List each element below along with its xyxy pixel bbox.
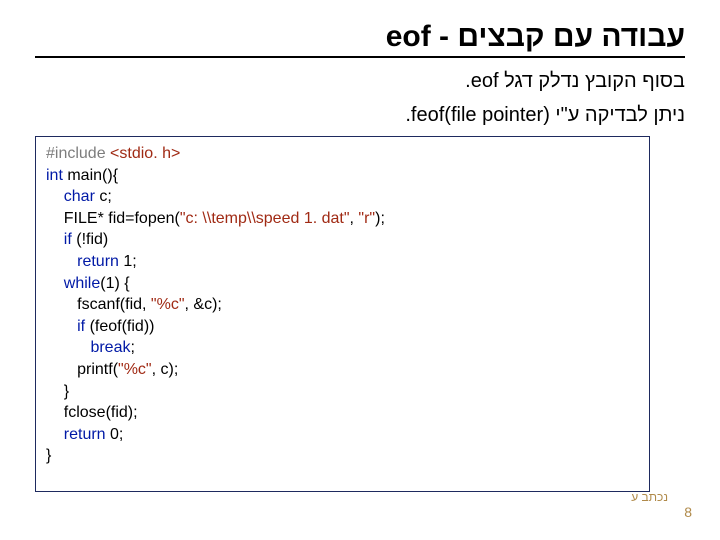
- code-kw-break: break: [90, 339, 130, 356]
- credit-text: נכתב ע: [631, 490, 668, 504]
- code-kw-int: int: [46, 167, 63, 184]
- slide-title: עבודה עם קבצים - eof: [35, 20, 685, 54]
- code-text: }: [46, 447, 51, 464]
- code-indent: [46, 339, 90, 356]
- code-indent: [46, 253, 77, 270]
- code-string: "c: \\temp\\speed 1. dat": [180, 210, 350, 227]
- code-preproc: #include: [46, 145, 110, 162]
- code-string: "%c": [118, 361, 152, 378]
- code-indent: [46, 426, 64, 443]
- code-text: 0;: [110, 426, 123, 443]
- code-block: #include <stdio. h> int main(){ char c; …: [35, 136, 650, 492]
- code-text: (1) {: [100, 275, 129, 292]
- code-string: "r": [358, 210, 375, 227]
- code-text: main(){: [63, 167, 118, 184]
- code-indent: [46, 318, 77, 335]
- title-underline: [35, 56, 685, 58]
- page-number: 8: [684, 504, 692, 520]
- code-text: printf(: [46, 361, 118, 378]
- code-text: , c);: [152, 361, 179, 378]
- description-line-1: בסוף הקובץ נדלק דגל eof.: [35, 68, 685, 94]
- code-kw-while: while: [64, 275, 100, 292]
- description-line-2: ניתן לבדיקה ע"י (feof(file pointer.: [35, 102, 685, 128]
- code-text: 1;: [123, 253, 136, 270]
- code-kw-if: if: [77, 318, 89, 335]
- code-string: "%c": [151, 296, 185, 313]
- code-kw-char: char: [64, 188, 100, 205]
- code-text: FILE* fid=fopen(: [46, 210, 180, 227]
- code-text: );: [375, 210, 385, 227]
- code-kw-return: return: [64, 426, 110, 443]
- code-text: c;: [99, 188, 111, 205]
- code-text: (!fid): [76, 231, 108, 248]
- code-include-file: <stdio. h>: [110, 145, 180, 162]
- code-kw-return: return: [77, 253, 123, 270]
- code-indent: [46, 231, 64, 248]
- code-text: fclose(fid);: [46, 404, 138, 421]
- slide: עבודה עם קבצים - eof בסוף הקובץ נדלק דגל…: [0, 0, 720, 540]
- code-text: (feof(fid)): [90, 318, 155, 335]
- code-indent: [46, 275, 64, 292]
- code-text: fscanf(fid,: [46, 296, 151, 313]
- code-text: , &c);: [185, 296, 222, 313]
- code-text: ;: [130, 339, 134, 356]
- code-indent: [46, 188, 64, 205]
- code-kw-if: if: [64, 231, 76, 248]
- code-text: }: [46, 383, 69, 400]
